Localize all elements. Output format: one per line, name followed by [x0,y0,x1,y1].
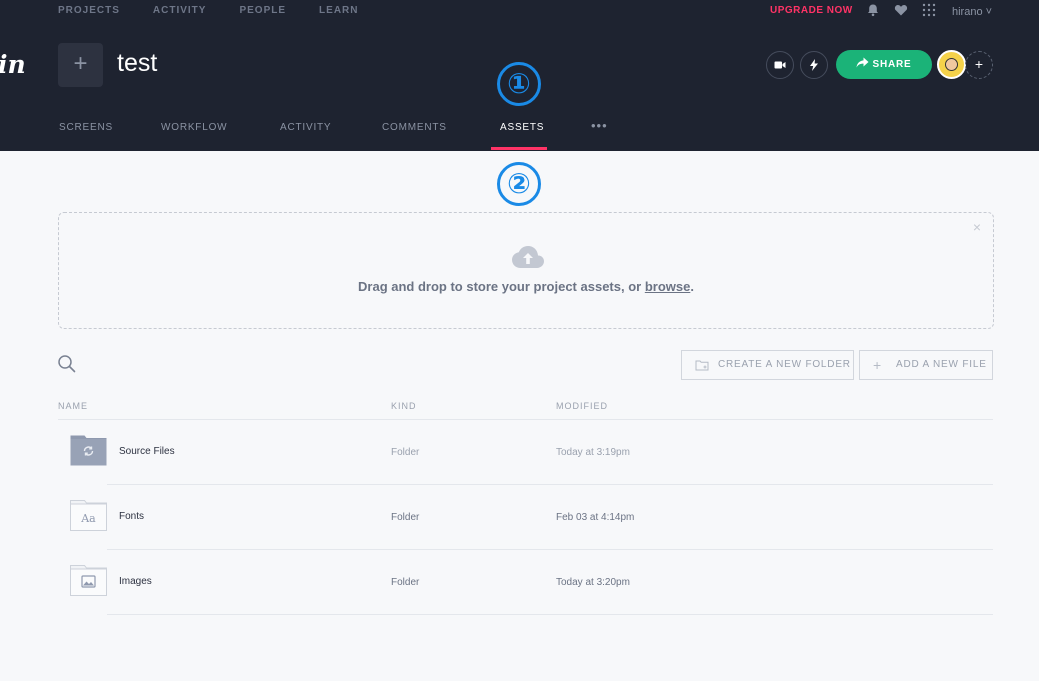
column-header-name[interactable]: NAME [58,401,88,411]
share-label: SHARE [872,59,912,70]
file-kind: Folder [391,447,420,458]
browse-link[interactable]: browse [645,279,691,294]
dropzone-text: Drag and drop to store your project asse… [59,279,993,294]
tab-comments[interactable]: COMMENTS [382,122,447,133]
topnav-activity[interactable]: ACTIVITY [153,5,207,16]
annotation-marker-1: ① [497,62,541,106]
file-kind: Folder [391,577,420,588]
topnav-people[interactable]: PEOPLE [239,5,286,16]
file-name[interactable]: Source Files [119,446,175,457]
file-name[interactable]: Images [119,576,152,587]
share-arrow-icon [856,57,869,68]
invision-logo[interactable]: in [0,50,26,79]
cloud-upload-icon [512,246,544,268]
column-header-kind[interactable]: KIND [391,401,417,411]
file-modified: Today at 3:19pm [556,447,630,458]
create-folder-button[interactable]: CREATE A NEW FOLDER [681,350,854,380]
annotation-marker-2: ② [497,162,541,206]
dropzone-message: Drag and drop to store your project asse… [358,279,645,294]
table-row[interactable]: Images Folder Today at 3:20pm [0,550,1039,615]
more-tabs-button[interactable]: ••• [591,118,608,133]
image-folder-icon [70,565,107,596]
prototype-lightning-button[interactable] [800,51,828,79]
video-camera-icon [774,61,786,69]
avatar[interactable] [937,50,966,79]
user-menu[interactable]: hirano ˅ [952,6,992,18]
topnav-learn[interactable]: LEARN [319,5,358,16]
add-member-button[interactable]: + [965,51,993,79]
tab-screens[interactable]: SCREENS [59,122,113,133]
tab-assets[interactable]: ASSETS [500,122,544,133]
sync-folder-icon [70,435,107,466]
file-modified: Feb 03 at 4:14pm [556,512,635,523]
add-file-button[interactable]: + ADD A NEW FILE [859,350,993,380]
asset-dropzone[interactable]: × Drag and drop to store your project as… [58,212,994,329]
column-header-modified[interactable]: MODIFIED [556,401,608,411]
create-folder-label: CREATE A NEW FOLDER [718,359,851,370]
file-modified: Today at 3:20pm [556,577,630,588]
tab-activity[interactable]: ACTIVITY [280,122,331,133]
video-call-button[interactable] [766,51,794,79]
heart-icon[interactable] [894,3,908,20]
upgrade-now-link[interactable]: UPGRADE NOW [770,5,853,16]
file-kind: Folder [391,512,420,523]
search-icon[interactable] [57,354,77,374]
table-row[interactable]: Aa Fonts Folder Feb 03 at 4:14pm [0,485,1039,550]
close-icon[interactable]: × [973,219,981,235]
top-nav: PROJECTS ACTIVITY PEOPLE LEARN [58,5,392,16]
bell-icon[interactable] [866,3,880,20]
dropzone-period: . [690,279,694,294]
lightning-icon [810,59,818,71]
plus-icon: + [873,357,882,373]
file-name[interactable]: Fonts [119,511,144,522]
share-button[interactable]: SHARE [836,50,932,79]
apps-grid-icon[interactable] [922,3,936,20]
active-tab-indicator [491,147,547,150]
tab-workflow[interactable]: WORKFLOW [161,122,227,133]
row-divider [107,614,993,615]
topnav-projects[interactable]: PROJECTS [58,5,120,16]
add-project-button[interactable]: + [58,43,103,87]
add-file-label: ADD A NEW FILE [896,359,987,370]
table-row[interactable]: Source Files Folder Today at 3:19pm [0,420,1039,485]
new-folder-icon [695,360,709,371]
svg-text:Aa: Aa [80,512,96,525]
font-folder-icon: Aa [70,500,107,531]
project-title: test [117,49,158,77]
